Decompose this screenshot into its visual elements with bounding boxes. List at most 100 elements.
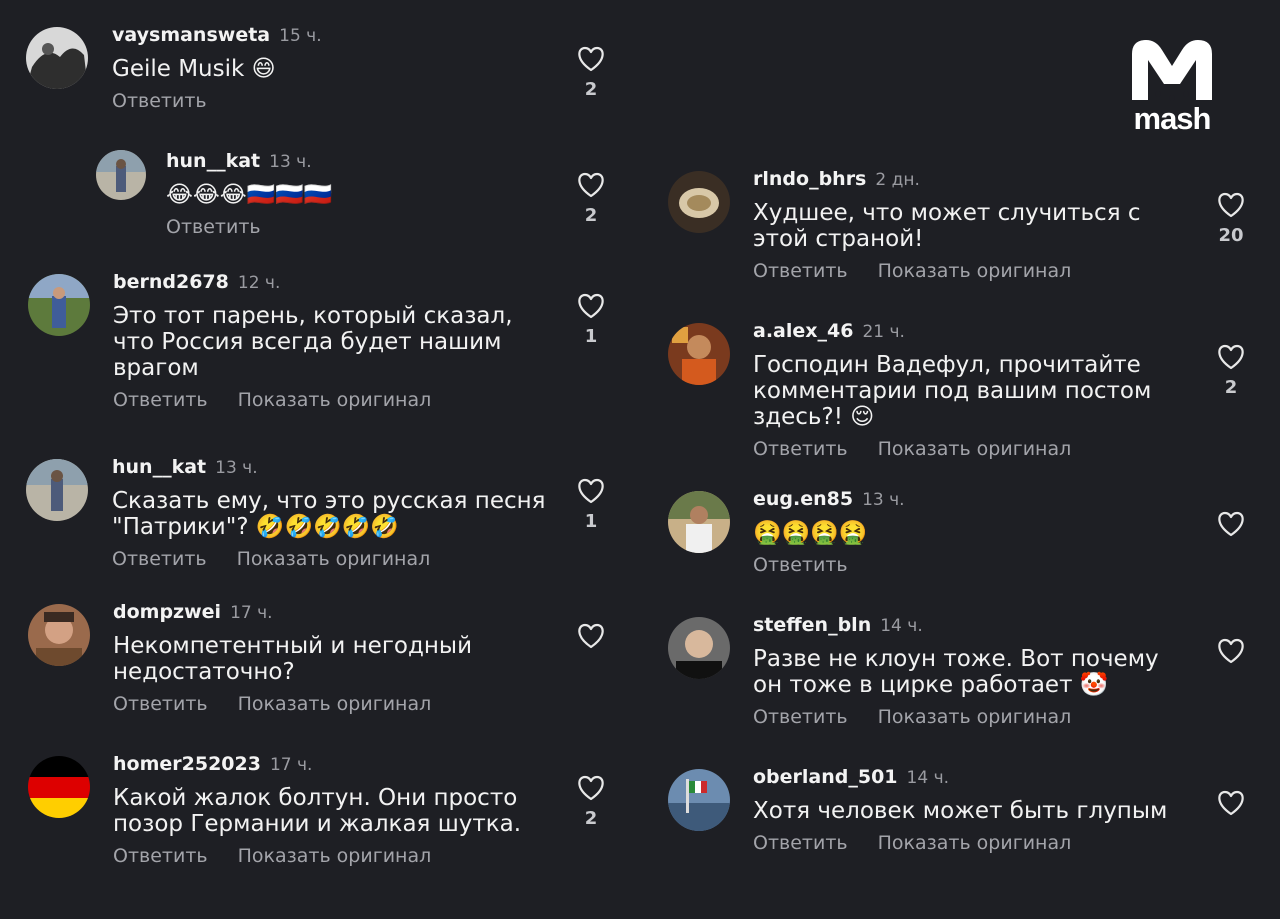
heart-icon[interactable] — [577, 478, 605, 504]
timestamp: 2 дн. — [875, 170, 920, 190]
like-control — [1211, 511, 1251, 545]
like-count: 2 — [584, 808, 598, 829]
reply-button[interactable]: Ответить — [166, 216, 261, 238]
timestamp: 12 ч. — [237, 273, 281, 293]
username[interactable]: a.alex_46 — [753, 320, 853, 342]
like-control: 2 — [1211, 344, 1251, 398]
germany-flag-icon — [28, 756, 90, 818]
like-control — [1211, 790, 1251, 824]
comment-text: Худшее, что может случиться с этой стран… — [753, 200, 1141, 252]
heart-icon[interactable] — [577, 46, 605, 72]
comment-text: Некомпетентный и негодный недостаточно? — [113, 633, 473, 685]
comment-item: rlndo_bhrs 2 дн. Худшее, что может случит… — [668, 168, 1258, 288]
show-original-button[interactable]: Показать оригинал — [237, 548, 431, 570]
show-original-button[interactable]: Показать оригинал — [878, 260, 1072, 282]
comment-item: eug.en85 13 ч. 🤮🤮🤮🤮 Ответить — [668, 488, 1258, 588]
username[interactable]: hun__kat — [112, 456, 206, 478]
reply-button[interactable]: Ответить — [113, 389, 208, 411]
mash-logo-text: mash — [1133, 101, 1212, 136]
reply-button[interactable]: Ответить — [753, 832, 848, 854]
username[interactable]: dompzwei — [113, 601, 221, 623]
show-original-button[interactable]: Показать оригинал — [878, 832, 1072, 854]
avatar[interactable] — [668, 769, 730, 831]
comment-item: vaysmansweta 15 ч. Geile Musik 😄 Ответить… — [26, 24, 626, 124]
username[interactable]: rlndo_bhrs — [753, 168, 866, 190]
heart-icon[interactable] — [1217, 638, 1245, 664]
heart-icon[interactable] — [1217, 790, 1245, 816]
avatar[interactable] — [668, 617, 730, 679]
avatar[interactable] — [26, 459, 88, 521]
reply-button[interactable]: Ответить — [112, 90, 207, 112]
heart-icon[interactable] — [1217, 192, 1245, 218]
like-control: 2 — [571, 775, 611, 829]
heart-icon[interactable] — [577, 293, 605, 319]
show-original-button[interactable]: Показать оригинал — [238, 693, 432, 715]
comment-text: 🤮🤮🤮🤮 — [753, 520, 868, 546]
comment-text: Господин Вадефул, прочитайте комментарии… — [753, 352, 1152, 430]
show-original-button[interactable]: Показать оригинал — [238, 845, 432, 867]
show-original-button[interactable]: Показать оригинал — [878, 438, 1072, 460]
like-count: 2 — [1224, 377, 1238, 398]
like-control: 2 — [571, 172, 611, 226]
comment-item: hun__kat 13 ч. 😂😂😂🇷🇺🇷🇺🇷🇺 Ответить 2 — [96, 150, 626, 250]
timestamp: 14 ч. — [880, 616, 923, 636]
timestamp: 13 ч. — [862, 490, 905, 510]
username[interactable]: homer252023 — [113, 753, 261, 775]
avatar[interactable] — [28, 756, 90, 818]
comment-item: homer252023 17 ч. Какой жалок болтун. Они… — [28, 753, 628, 873]
like-control: 2 — [571, 46, 611, 100]
avatar[interactable] — [28, 604, 90, 666]
comment-text: Geile Musik 😄 — [112, 56, 276, 82]
comment-item: dompzwei 17 ч. Некомпетентный и негодный … — [28, 601, 628, 721]
avatar[interactable] — [26, 27, 88, 89]
comment-text: 😂😂😂🇷🇺🇷🇺🇷🇺 — [166, 182, 333, 208]
username[interactable]: steffen_bln — [753, 614, 871, 636]
timestamp: 17 ч. — [230, 603, 273, 623]
reply-button[interactable]: Ответить — [753, 554, 848, 576]
reply-button[interactable]: Ответить — [753, 438, 848, 460]
timestamp: 14 ч. — [906, 768, 950, 788]
heart-icon[interactable] — [1217, 344, 1245, 370]
mash-logo-mark — [1132, 40, 1212, 101]
like-count: 2 — [584, 205, 598, 226]
comment-item: a.alex_46 21 ч. Господин Вадефул, прочита… — [668, 320, 1258, 470]
reply-button[interactable]: Ответить — [112, 548, 207, 570]
heart-icon[interactable] — [577, 172, 605, 198]
reply-button[interactable]: Ответить — [113, 845, 208, 867]
show-original-button[interactable]: Показать оригинал — [878, 706, 1072, 728]
avatar[interactable] — [28, 274, 90, 336]
username[interactable]: hun__kat — [166, 150, 260, 172]
username[interactable]: oberland_501 — [753, 766, 898, 788]
comment-text: Хотя человек может быть глупым — [753, 798, 1168, 824]
like-count: 20 — [1218, 225, 1244, 246]
comment-text: Сказать ему, что это русская песня "Патр… — [112, 488, 546, 540]
timestamp: 13 ч. — [269, 152, 312, 172]
username[interactable]: bernd2678 — [113, 271, 229, 293]
username[interactable]: vaysmansweta — [112, 24, 270, 46]
comment-item: hun__kat 13 ч. Сказать ему, что это русск… — [26, 456, 626, 576]
username[interactable]: eug.en85 — [753, 488, 853, 510]
heart-icon[interactable] — [577, 775, 605, 801]
avatar[interactable] — [96, 150, 146, 200]
comment-item: bernd2678 12 ч. Это тот парень, который с… — [28, 271, 628, 411]
like-control — [571, 623, 611, 657]
reply-button[interactable]: Ответить — [113, 693, 208, 715]
reply-button[interactable]: Ответить — [753, 706, 848, 728]
show-original-button[interactable]: Показать оригинал — [238, 389, 432, 411]
avatar[interactable] — [668, 171, 730, 233]
comment-item: oberland_501 14 ч. Хотя человек может быт… — [668, 766, 1258, 876]
heart-icon[interactable] — [577, 623, 605, 649]
like-count: 1 — [584, 326, 598, 347]
like-control: 20 — [1211, 192, 1251, 246]
comment-item: steffen_bln 14 ч. Разве не клоун тоже. Во… — [668, 614, 1258, 734]
heart-icon[interactable] — [1217, 511, 1245, 537]
like-count: 1 — [584, 511, 598, 532]
comment-text: Разве не клоун тоже. Вот почему он тоже … — [753, 646, 1159, 698]
timestamp: 17 ч. — [269, 755, 313, 775]
reply-button[interactable]: Ответить — [753, 260, 848, 282]
avatar[interactable] — [668, 491, 730, 553]
comment-text: Это тот парень, который сказал, что Росс… — [113, 303, 513, 381]
avatar[interactable] — [668, 323, 730, 385]
like-count: 2 — [584, 79, 598, 100]
comment-text: Какой жалок болтун. Они просто позор Гер… — [113, 785, 522, 837]
